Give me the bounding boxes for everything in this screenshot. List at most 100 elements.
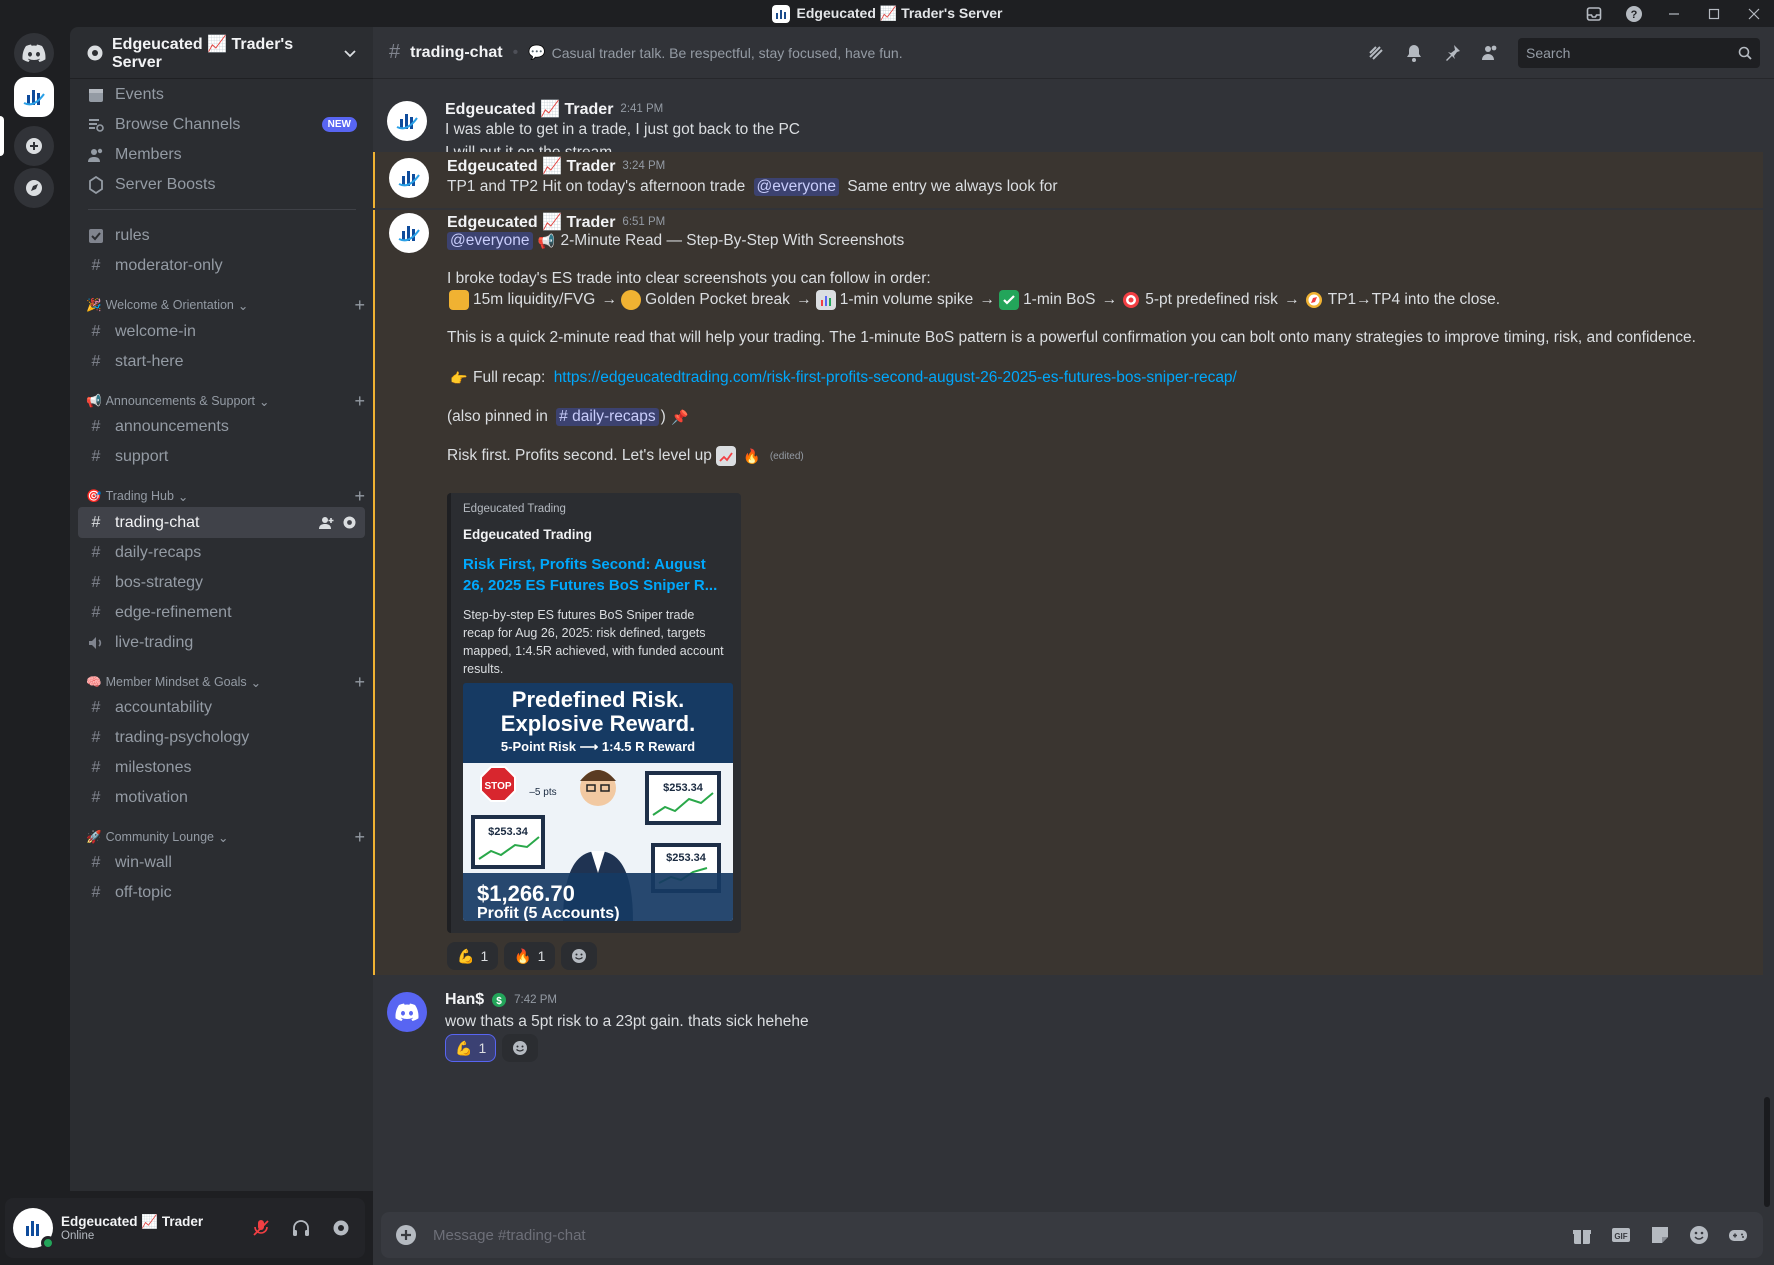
embed-title-link[interactable]: Risk First, Profits Second: August 26, 2… [463,554,729,596]
discover-icon[interactable] [14,168,54,208]
inbox-icon[interactable] [1574,0,1614,27]
avatar[interactable] [13,1208,55,1250]
reaction-fire[interactable]: 🔥 1 [504,942,556,970]
channel-announcements[interactable]: # announcements [78,411,365,442]
channel-edge-refinement[interactable]: # edge-refinement [78,597,365,628]
everyone-mention[interactable]: @everyone [753,178,840,196]
sidebar-item-browse-channels[interactable]: Browse Channels NEW [78,109,365,140]
channel-settings-icon[interactable] [342,515,357,530]
sticker-icon[interactable] [1649,1224,1671,1246]
message-timestamp: 7:42 PM [514,994,557,1006]
hash-icon: # [91,758,101,776]
pin-icon[interactable] [1442,43,1462,63]
reaction-flexed-biceps[interactable]: 💪 1 [445,1034,497,1062]
channel-win-wall[interactable]: # win-wall [78,847,365,878]
add-channel-icon[interactable]: + [354,672,365,693]
close-icon[interactable] [1734,0,1774,27]
channel-bos-strategy[interactable]: # bos-strategy [78,567,365,598]
member-list-icon[interactable] [1480,43,1500,63]
recap-link[interactable]: https://edgeucatedtrading.com/risk-first… [554,369,1237,387]
notification-bell-icon[interactable] [1404,43,1424,63]
headphones-icon[interactable] [285,1212,317,1244]
chat-header: # trading-chat • 💬 Casual trader talk. B… [373,27,1774,79]
server-rail [0,27,68,1265]
user-status: Online [61,1230,95,1242]
sidebar-item-events[interactable]: Events [78,79,365,110]
maximize-icon[interactable] [1694,0,1734,27]
apps-icon[interactable] [1727,1224,1749,1246]
embed-author[interactable]: Edgeucated Trading [463,527,729,542]
attach-plus-icon[interactable] [395,1224,417,1246]
edgeucated-server-icon[interactable] [14,77,54,117]
message-author[interactable]: Han$ [445,991,484,1009]
emoji-icon[interactable] [1688,1224,1710,1246]
minimize-icon[interactable] [1654,0,1694,27]
gift-icon[interactable] [1571,1224,1593,1246]
channel-support[interactable]: # support [78,441,365,472]
reaction-flexed-biceps[interactable]: 💪 1 [447,942,499,970]
invite-icon[interactable] [319,515,334,530]
channel-rules[interactable]: rules [78,220,365,251]
mute-icon[interactable] [245,1212,277,1244]
boost-icon [86,175,106,195]
category-member-mindset[interactable]: 🧠 Member Mindset & Goals ⌄ + [86,672,365,692]
message-author[interactable]: Edgeucated 📈 Trader [447,212,615,232]
channel-off-topic[interactable]: # off-topic [78,877,365,908]
message-composer[interactable]: Message #trading-chat GIF [381,1212,1763,1258]
channel-motivation[interactable]: # motivation [78,782,365,813]
avatar[interactable] [389,158,429,198]
message-author[interactable]: Edgeucated 📈 Trader [447,156,615,176]
server-logo-icon [771,4,790,23]
user-settings-icon[interactable] [325,1212,357,1244]
channel-accountability[interactable]: # accountability [78,692,365,723]
chat-scrollbar[interactable] [1764,1097,1770,1207]
gif-icon[interactable]: GIF [1610,1224,1632,1246]
message-pinned-note: (also pinned in # daily-recaps ) 📌 [447,408,689,426]
message-author[interactable]: Edgeucated 📈 Trader [445,99,613,119]
add-channel-icon[interactable]: + [354,391,365,412]
add-reaction-button[interactable] [561,942,598,970]
message-mention-highlight: Edgeucated 📈 Trader 3:24 PM TP1 and TP2 … [373,152,1763,208]
channel-mention-daily-recaps[interactable]: # daily-recaps [556,408,659,426]
add-channel-icon[interactable]: + [354,827,365,848]
discord-home-icon[interactable] [14,33,54,73]
monitor-price-1: $253.34 [663,782,704,794]
risk-points-text: –5 pts [529,787,556,798]
add-server-icon[interactable] [14,126,54,166]
sidebar-item-server-boosts[interactable]: Server Boosts [78,169,365,200]
window-title: Edgeucated 📈 Trader's Server [771,4,1003,23]
category-trading-hub[interactable]: 🎯 Trading Hub ⌄ + [86,486,365,506]
server-header[interactable]: Edgeucated 📈 Trader's Server [70,27,373,79]
threads-icon[interactable] [1366,43,1386,63]
embed-provider[interactable]: Edgeucated Trading [463,503,729,515]
active-server-indicator [0,116,4,156]
channel-daily-recaps[interactable]: # daily-recaps [78,537,365,568]
channel-live-trading[interactable]: live-trading [78,627,365,658]
add-channel-icon[interactable]: + [354,486,365,507]
reactions: 💪 1 🔥 1 [447,942,598,970]
channel-moderator-only[interactable]: # moderator-only [78,250,365,281]
add-reaction-button[interactable] [502,1034,539,1062]
avatar[interactable] [389,213,429,253]
category-welcome[interactable]: 🎉 Welcome & Orientation ⌄ + [86,295,365,315]
message-input[interactable]: Message #trading-chat [433,1227,1555,1244]
embed-image[interactable]: Predefined Risk. Explosive Reward. 5-Poi… [463,683,733,921]
svg-text:$: $ [496,996,502,1007]
window-title-text: Edgeucated 📈 Trader's Server [796,5,1003,21]
search-input[interactable]: Search [1518,37,1760,68]
channel-trading-psychology[interactable]: # trading-psychology [78,722,365,753]
chevron-down-icon: ⌄ [177,489,189,504]
avatar[interactable] [387,101,427,141]
channel-milestones[interactable]: # milestones [78,752,365,783]
channel-welcome-in[interactable]: # welcome-in [78,316,365,347]
channel-trading-chat[interactable]: # trading-chat [78,507,365,538]
sidebar-item-members[interactable]: Members [78,139,365,170]
add-channel-icon[interactable]: + [354,295,365,316]
channel-title: trading-chat [410,43,503,61]
help-icon[interactable]: ? [1614,0,1654,27]
channel-start-here[interactable]: # start-here [78,346,365,377]
category-announcements[interactable]: 📢 Announcements & Support ⌄ + [86,391,365,411]
category-community-lounge[interactable]: 🚀 Community Lounge ⌄ + [86,827,365,847]
avatar[interactable] [387,992,427,1032]
everyone-mention[interactable]: @everyone [447,232,533,250]
